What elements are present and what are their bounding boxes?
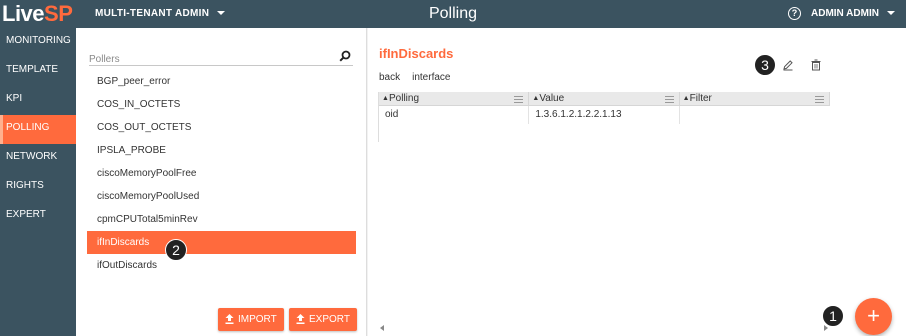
list-item[interactable]: COS_OUT_OCTETS bbox=[87, 116, 356, 139]
column-label: Value bbox=[539, 93, 565, 104]
sidebar-item-expert[interactable]: EXPERT bbox=[0, 202, 76, 231]
upload-icon bbox=[225, 314, 234, 325]
list-item[interactable]: ciscoMemoryPoolUsed bbox=[87, 185, 356, 208]
detail-panel: ifInDiscards back interface ▲︎Polling ▲︎V… bbox=[368, 28, 906, 336]
sidebar-item-template[interactable]: TEMPLATE bbox=[0, 57, 76, 86]
polling-table: ▲︎Polling ▲︎Value ▲︎Filter oid 1.3.6.1.2… bbox=[378, 92, 830, 142]
chevron-down-icon bbox=[886, 11, 895, 16]
sort-icon[interactable]: ▲︎ bbox=[532, 92, 539, 106]
detail-links: back interface bbox=[379, 72, 462, 83]
sidebar-item-monitoring[interactable]: MONITORING bbox=[0, 28, 76, 57]
detail-title: ifInDiscards bbox=[379, 46, 454, 61]
interface-link[interactable]: interface bbox=[412, 72, 450, 83]
table-row[interactable]: oid 1.3.6.1.2.1.2.2.1.13 bbox=[379, 106, 830, 124]
cell-filter[interactable] bbox=[680, 106, 830, 124]
table-header: ▲︎Polling ▲︎Value ▲︎Filter bbox=[379, 92, 830, 106]
trash-icon[interactable] bbox=[810, 59, 822, 71]
cell-polling[interactable]: oid bbox=[379, 106, 530, 124]
list-item[interactable]: cpmCPUTotal5minRev bbox=[87, 208, 356, 231]
search-icon[interactable] bbox=[339, 50, 351, 62]
top-bar: LiveSP MULTI-TENANT ADMIN Polling ? ADMI… bbox=[0, 0, 906, 28]
list-item[interactable]: COS_IN_OCTETS bbox=[87, 93, 356, 116]
import-button[interactable]: IMPORT bbox=[218, 308, 284, 331]
list-item[interactable]: BGP_peer_error bbox=[87, 70, 356, 93]
page-title: Polling bbox=[428, 5, 478, 22]
help-icon[interactable]: ? bbox=[788, 7, 801, 20]
pollers-panel: BGP_peer_error COS_IN_OCTETS COS_OUT_OCT… bbox=[76, 28, 367, 336]
edit-icon[interactable] bbox=[782, 59, 794, 71]
sort-icon[interactable]: ▲︎ bbox=[683, 92, 690, 106]
pollers-search bbox=[89, 49, 353, 68]
sidebar-item-kpi[interactable]: KPI bbox=[0, 86, 76, 115]
list-item[interactable]: ciscoMemoryPoolFree bbox=[87, 162, 356, 185]
list-item[interactable]: IPSLA_PROBE bbox=[87, 139, 356, 162]
export-label: EXPORT bbox=[309, 314, 350, 325]
column-header-filter[interactable]: ▲︎Filter bbox=[680, 92, 830, 105]
annotation-badge: 2 bbox=[165, 239, 187, 261]
user-name: ADMIN ADMIN bbox=[811, 8, 879, 19]
pollers-list: BGP_peer_error COS_IN_OCTETS COS_OUT_OCT… bbox=[87, 70, 356, 277]
column-menu-icon[interactable] bbox=[514, 96, 524, 103]
column-header-value[interactable]: ▲︎Value bbox=[529, 92, 680, 106]
sidebar-item-rights[interactable]: RIGHTS bbox=[0, 173, 76, 202]
horizontal-scrollbar[interactable] bbox=[378, 324, 830, 332]
import-label: IMPORT bbox=[238, 314, 277, 325]
column-label: Polling bbox=[389, 93, 420, 104]
export-button[interactable]: EXPORT bbox=[289, 308, 357, 331]
list-item[interactable]: ifOutDiscards bbox=[87, 254, 356, 277]
column-label: Filter bbox=[689, 93, 712, 104]
sidebar: MONITORING TEMPLATE KPI POLLING NETWORK … bbox=[0, 28, 76, 336]
sidebar-item-polling[interactable]: POLLING bbox=[0, 115, 76, 144]
pollers-search-input[interactable] bbox=[89, 51, 329, 68]
column-menu-icon[interactable] bbox=[664, 96, 674, 103]
column-menu-icon[interactable] bbox=[814, 96, 824, 103]
sidebar-item-network[interactable]: NETWORK bbox=[0, 144, 76, 173]
column-header-polling[interactable]: ▲︎Polling bbox=[379, 92, 530, 106]
add-poller-button[interactable]: + bbox=[855, 298, 892, 335]
annotation-badge: 3 bbox=[754, 54, 776, 76]
back-link[interactable]: back bbox=[379, 72, 400, 83]
list-item-selected[interactable]: ifInDiscards bbox=[87, 231, 356, 254]
cell-value[interactable]: 1.3.6.1.2.1.2.2.1.13 bbox=[529, 106, 680, 124]
annotation-badge: 1 bbox=[822, 305, 844, 327]
upload-icon bbox=[296, 314, 305, 325]
user-menu[interactable]: ADMIN ADMIN bbox=[811, 0, 895, 28]
sort-icon[interactable]: ▲︎ bbox=[382, 92, 389, 106]
